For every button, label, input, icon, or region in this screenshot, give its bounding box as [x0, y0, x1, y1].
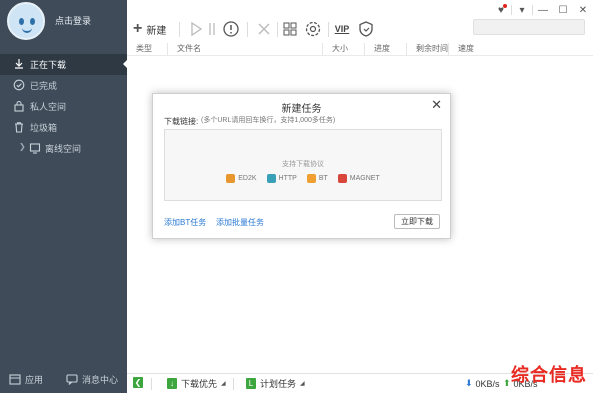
add-bt-task-link[interactable]: 添加BT任务: [164, 217, 206, 228]
apps-button[interactable]: 应用: [9, 373, 43, 386]
message-center-label: 消息中心: [82, 374, 119, 385]
link-textarea[interactable]: 支持下载协议 ED2K HTTP BT MAGNET: [164, 129, 442, 201]
arrow-down-icon: ⬇: [465, 378, 473, 388]
protocol-bt: BT: [306, 174, 328, 183]
sidebar-item-label: 离线空间: [45, 144, 82, 154]
sidebar-item-label: 私人空间: [30, 102, 67, 112]
login-link[interactable]: 点击登录: [55, 14, 91, 27]
column-header-progress[interactable]: 进度: [364, 43, 406, 55]
sidebar-item-completed[interactable]: 已完成: [0, 75, 127, 96]
protocol-label: ED2K: [238, 175, 257, 182]
message-center-button[interactable]: 消息中心: [66, 373, 118, 386]
toolbar: + 新建 VIP: [127, 14, 593, 44]
dialog-title: 新建任务: [281, 104, 322, 115]
ed2k-icon: [226, 174, 236, 183]
lock-icon: [14, 100, 24, 112]
download-now-button[interactable]: 立即下载: [394, 214, 440, 229]
avatar[interactable]: [7, 2, 45, 40]
sidebar-item-label: 已完成: [30, 81, 58, 91]
vip-button[interactable]: VIP: [332, 18, 352, 40]
sidebar-item-label: 垃圾箱: [30, 123, 58, 133]
sidebar: 点击登录 正在下载 已完成 私人空间 垃圾箱 ❯ 离线空间 应用 消息中心: [0, 0, 127, 393]
new-task-button[interactable]: + 新建: [133, 18, 166, 40]
avatar-eye: [19, 18, 24, 25]
scheduled-tasks-label: 计划任务: [260, 379, 297, 389]
alert-icon[interactable]: [220, 18, 242, 40]
sidebar-item-trash[interactable]: 垃圾箱: [0, 117, 127, 138]
bt-icon: [306, 174, 316, 183]
add-batch-task-link[interactable]: 添加批量任务: [216, 217, 264, 228]
protocol-http: HTTP: [266, 174, 297, 183]
check-circle-icon: [13, 79, 25, 91]
plus-icon: +: [133, 20, 143, 37]
settings-icon[interactable]: [302, 18, 324, 40]
divider: [151, 378, 152, 390]
column-header-remaining-time[interactable]: 剩余时间: [406, 43, 448, 55]
divider: [247, 22, 248, 37]
download-priority-label: 下载优先: [181, 379, 218, 389]
sidebar-item-downloading[interactable]: 正在下载: [0, 54, 127, 75]
caret-icon: ◢: [300, 381, 305, 387]
scheduled-tasks-button[interactable]: L 计划任务 ◢: [246, 377, 305, 390]
shield-icon[interactable]: [355, 18, 377, 40]
chevron-left-icon: ❮: [133, 377, 143, 388]
download-priority-icon: ↓: [167, 378, 177, 389]
caret-icon: ◢: [221, 381, 226, 387]
divider: [277, 22, 278, 37]
sidebar-footer: 应用 消息中心: [0, 365, 127, 393]
download-icon: [15, 59, 23, 69]
http-icon: [266, 174, 276, 183]
link-input[interactable]: [201, 115, 441, 126]
cloud-icon: [29, 143, 41, 154]
protocol-magnet: MAGNET: [337, 174, 380, 183]
apps-icon: [9, 373, 21, 385]
new-task-dialog: 新建任务 ✕ 下载链接: 支持下载协议 ED2K HTTP BT MAGNET …: [152, 93, 451, 239]
divider: [179, 22, 180, 37]
collapse-sidebar-button[interactable]: ❮: [133, 377, 143, 388]
protocol-label: MAGNET: [349, 175, 380, 182]
notification-dot: [503, 4, 507, 8]
column-header-size[interactable]: 大小: [322, 43, 364, 55]
divider: [328, 22, 329, 37]
column-header-speed[interactable]: 速度: [448, 43, 593, 55]
divider: [233, 378, 234, 390]
avatar-mouth: [22, 28, 32, 33]
protocols-title: 支持下载协议: [282, 161, 324, 168]
arrow-up-icon: ⬆: [503, 378, 511, 388]
protocol-list: ED2K HTTP BT MAGNET: [165, 174, 441, 183]
grid-icon[interactable]: [279, 18, 301, 40]
chevron-right-icon[interactable]: ❯: [19, 142, 26, 151]
new-task-label: 新建: [146, 25, 167, 37]
protocol-ed2k: ED2K: [226, 174, 257, 183]
watermark: 综合信息: [511, 365, 587, 386]
link-label: 下载链接:: [164, 117, 199, 126]
magnet-icon: [337, 174, 347, 183]
message-icon: [66, 373, 78, 385]
search-input[interactable]: [474, 20, 584, 34]
task-list-header: 类型 文件名 大小 进度 剩余时间 速度: [127, 43, 593, 56]
schedule-icon: L: [246, 378, 256, 389]
delete-icon[interactable]: [253, 18, 275, 40]
download-speed-value: 0KB/s: [475, 378, 500, 389]
sidebar-item-offline-space[interactable]: ❯ 离线空间: [0, 138, 127, 159]
download-speed: ⬇ 0KB/s: [465, 378, 500, 389]
avatar-eye: [30, 18, 35, 25]
search-box[interactable]: [473, 19, 585, 35]
sidebar-nav: 正在下载 已完成 私人空间 垃圾箱 ❯ 离线空间: [0, 54, 127, 159]
download-priority-button[interactable]: ↓ 下载优先 ◢: [167, 377, 226, 390]
apps-label: 应用: [25, 374, 44, 385]
sidebar-item-private-space[interactable]: 私人空间: [0, 96, 127, 117]
protocol-label: HTTP: [278, 175, 297, 182]
protocol-label: BT: [318, 175, 328, 182]
close-icon[interactable]: ✕: [431, 97, 442, 113]
column-header-filename[interactable]: 文件名: [167, 43, 322, 55]
sidebar-item-label: 正在下载: [30, 60, 67, 70]
column-header-type[interactable]: 类型: [127, 43, 167, 55]
trash-icon: [15, 122, 23, 133]
